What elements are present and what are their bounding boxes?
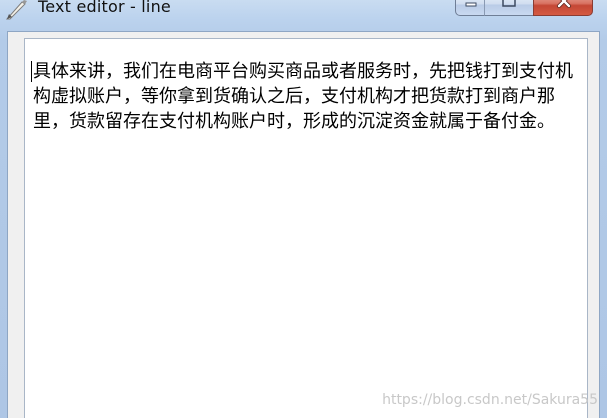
close-button[interactable] <box>533 0 593 16</box>
text-editor-window: Text editor - line 具体来讲，我们在电商平台购买商品或者服务时… <box>0 0 607 418</box>
maximize-button[interactable] <box>484 0 534 16</box>
minimize-button[interactable] <box>455 0 485 16</box>
text-caret <box>31 61 32 82</box>
window-title: Text editor - line <box>38 0 171 16</box>
minimize-icon <box>465 2 477 7</box>
editor-text[interactable]: 具体来讲，我们在电商平台购买商品或者服务时，先把钱打到支付机构虚拟账户，等你拿到… <box>31 59 583 134</box>
maximize-icon <box>502 0 516 7</box>
watermark: https://blog.csdn.net/Sakura55 <box>382 392 598 408</box>
close-icon <box>557 0 571 8</box>
editor-content: 具体来讲，我们在电商平台购买商品或者服务时，先把钱打到支付机构虚拟账户，等你拿到… <box>33 61 573 132</box>
title-bar[interactable]: Text editor - line <box>0 0 607 22</box>
notepad-pencil-icon <box>4 0 30 20</box>
text-editor-area[interactable]: 具体来讲，我们在电商平台购买商品或者服务时，先把钱打到支付机构虚拟账户，等你拿到… <box>24 38 588 418</box>
window-client-area: 具体来讲，我们在电商平台购买商品或者服务时，先把钱打到支付机构虚拟账户，等你拿到… <box>7 31 600 418</box>
